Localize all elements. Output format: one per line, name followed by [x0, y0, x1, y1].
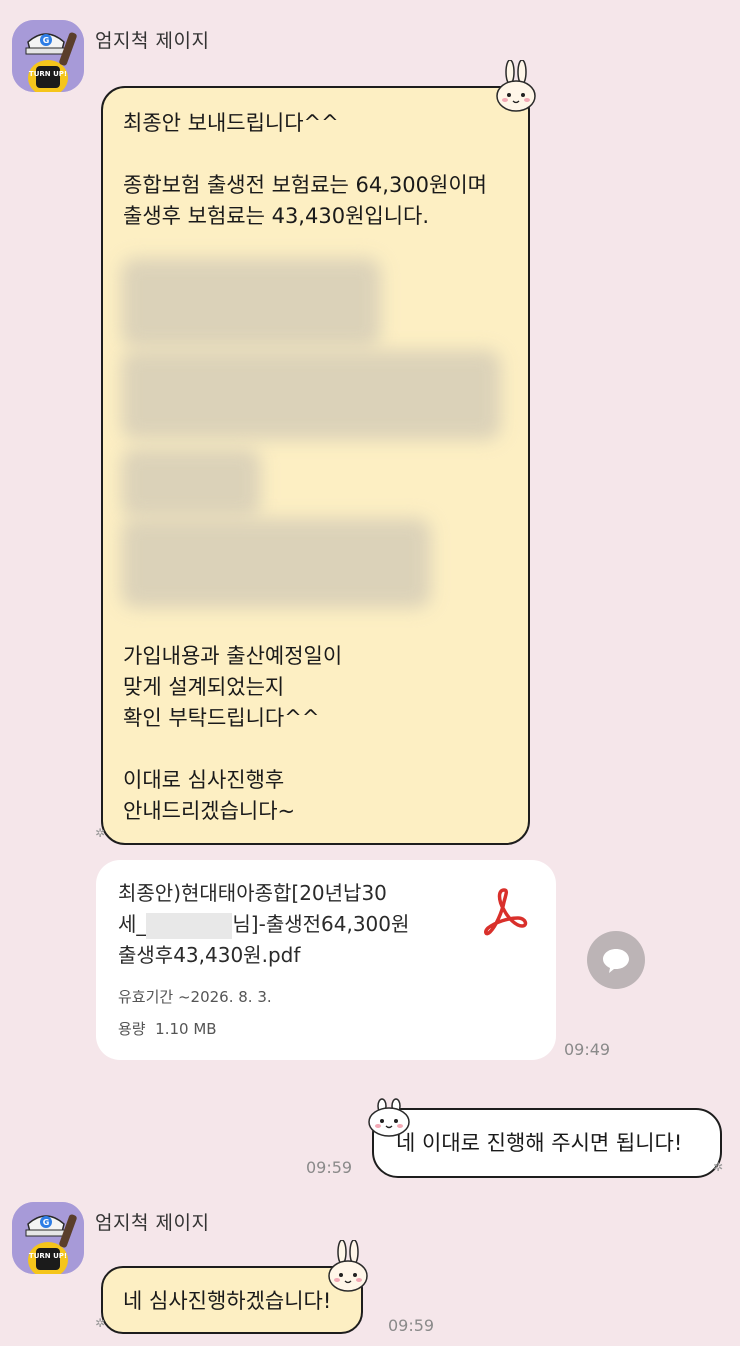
sparkle-icon: ✲ — [95, 1316, 106, 1330]
reply-bubble[interactable]: 네 이대로 진행해 주시면 됩니다! — [372, 1108, 722, 1178]
speech-bubble-icon — [603, 949, 629, 973]
message-text-top: 최종안 보내드립니다^^ 종합보험 출생전 보험료는 64,300원이며 출생후… — [123, 111, 487, 228]
svg-text:TURN UP!: TURN UP! — [29, 1252, 67, 1260]
sender-avatar[interactable]: TURN UP! G — [12, 20, 84, 92]
bunny-sticker-icon — [326, 1239, 370, 1298]
svg-text:TURN UP!: TURN UP! — [29, 70, 67, 78]
reply-text: 네 이대로 진행해 주시면 됩니다! — [396, 1131, 683, 1155]
message-time: 09:59 — [306, 1158, 353, 1177]
svg-text:G: G — [43, 36, 50, 45]
message-bubble[interactable]: 최종안 보내드립니다^^ 종합보험 출생전 보험료는 64,300원이며 출생후… — [101, 86, 530, 845]
message-time: 09:59 — [388, 1316, 435, 1335]
sender-name: 엄지척 제이지 — [95, 30, 210, 52]
avatar-character-icon: TURN UP! G — [12, 20, 84, 92]
share-button[interactable] — [587, 931, 645, 989]
sender-avatar[interactable]: TURN UP! G — [12, 1202, 84, 1274]
message-time: 09:49 — [564, 1040, 611, 1059]
avatar-character-icon: TURN UP! G — [12, 1202, 84, 1274]
blurred-content — [121, 350, 501, 440]
sparkle-icon: ✲ — [713, 1160, 724, 1174]
message-text: 네 심사진행하겠습니다! — [123, 1289, 332, 1313]
file-name: 최종안)현대태아종합[20년납30 세_ 님]-출생전64,300원 출생후43,… — [118, 881, 410, 967]
sparkle-icon: ✲ — [95, 826, 106, 840]
svg-text:G: G — [43, 1218, 50, 1227]
bunny-sticker-icon — [366, 1098, 412, 1142]
file-size: 용량 1.10 MB — [118, 1020, 217, 1038]
bunny-sticker-icon — [494, 59, 538, 118]
blurred-content — [121, 448, 261, 518]
message-bubble[interactable]: 네 심사진행하겠습니다! — [101, 1266, 363, 1334]
redacted-name — [146, 912, 233, 939]
sender-name: 엄지척 제이지 — [95, 1212, 210, 1234]
file-attachment-card[interactable]: 최종안)현대태아종합[20년납30 세_ 님]-출생전64,300원 출생후43,… — [96, 860, 556, 1060]
message-text-bottom: 가입내용과 출산예정일이 맞게 설계되었는지 확인 부탁드립니다^^ 이대로 심… — [123, 644, 343, 823]
blurred-content — [121, 258, 381, 348]
blurred-content — [121, 518, 431, 608]
file-expiry: 유효기간 ~2026. 8. 3. — [118, 988, 272, 1006]
pdf-icon — [476, 882, 532, 942]
